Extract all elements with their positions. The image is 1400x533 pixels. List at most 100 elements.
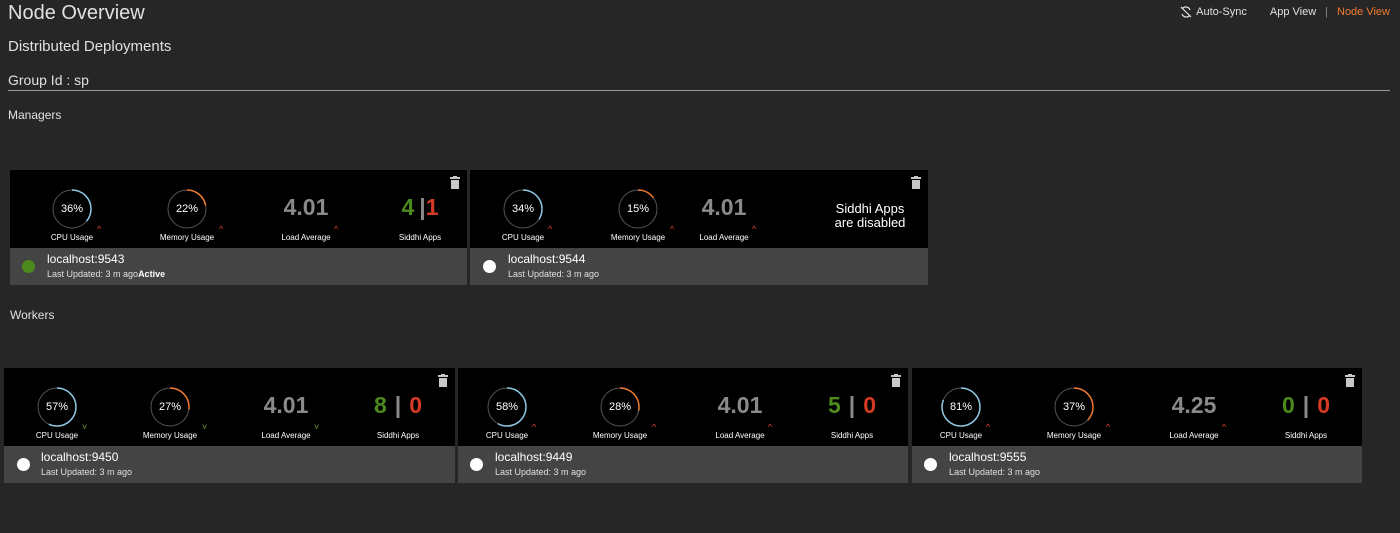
nav-separator: | — [1325, 6, 1328, 18]
node-stats-panel: 57% CPU Usage ˅ 27% Memory Usage ˅ 4.01 Load Av… — [4, 368, 455, 446]
last-updated-text: Last Updated: 3 m ago — [508, 269, 600, 279]
node-host-link[interactable]: localhost:9544 — [508, 252, 585, 266]
load-trend-icon: ˅ — [314, 422, 320, 432]
memory-usage-value: 22% — [175, 203, 199, 215]
siddhi-apps-label: Siddhi Apps — [830, 431, 874, 440]
inactive-apps-count: 0 — [1317, 392, 1331, 418]
memory-trend-icon: ^ — [652, 422, 657, 432]
node-footer[interactable]: localhost:9449 Last Updated: 3 m ago — [458, 446, 908, 483]
load-average-value: 4.01 — [717, 392, 763, 418]
last-updated-text: Last Updated: 3 m ago — [47, 269, 139, 279]
node-stats-panel: 36% CPU Usage ^ 22% Memory Usage ^ 4.01 Load Av… — [10, 170, 467, 248]
memory-usage-gauge: 27% — [148, 385, 192, 429]
load-trend-icon: ^ — [752, 224, 757, 234]
cpu-usage-label: CPU Usage — [485, 431, 529, 440]
cpu-usage-value: 36% — [60, 203, 84, 215]
worker-node-card[interactable]: 58% CPU Usage ^ 28% Memory Usage ^ 4.01 Load Av… — [458, 368, 908, 483]
cpu-usage-label: CPU Usage — [35, 431, 79, 440]
cpu-trend-icon: ^ — [986, 422, 991, 432]
load-trend-icon: ^ — [768, 422, 773, 432]
sync-disabled-icon — [1180, 6, 1192, 18]
active-apps-count: 5 — [827, 392, 841, 418]
memory-usage-gauge: 28% — [598, 385, 642, 429]
siddhi-apps-label: Siddhi Apps — [376, 431, 420, 440]
load-average-label: Load Average — [1169, 431, 1219, 440]
page-subtitle: Distributed Deployments — [8, 38, 172, 55]
worker-node-card[interactable]: 57% CPU Usage ˅ 27% Memory Usage ˅ 4.01 Load Av… — [4, 368, 455, 483]
siddhi-apps-count[interactable]: 8 | 0 — [374, 392, 422, 419]
cpu-usage-gauge: 34% — [501, 187, 545, 231]
last-updated-text: Last Updated: 3 m ago — [41, 467, 133, 477]
manager-node-card[interactable]: 36% CPU Usage ^ 22% Memory Usage ^ 4.01 Load Av… — [10, 170, 467, 285]
node-footer[interactable]: localhost:9450 Last Updated: 3 m ago — [4, 446, 455, 483]
siddhi-apps-count[interactable]: 4 |1 — [401, 194, 438, 221]
delete-icon-body — [439, 378, 447, 387]
node-host-link[interactable]: localhost:9555 — [949, 450, 1026, 464]
node-footer[interactable]: localhost:9543 Last Updated: 3 m agoActiv… — [10, 248, 467, 285]
siddhi-apps-disabled: Siddhi Apps are disabled — [835, 202, 906, 230]
last-updated-text: Last Updated: 3 m ago — [495, 467, 587, 477]
delete-icon-body — [912, 180, 920, 189]
memory-trend-icon: ^ — [670, 224, 675, 234]
cpu-usage-gauge: 57% — [35, 385, 79, 429]
node-footer[interactable]: localhost:9544 Last Updated: 3 m ago — [470, 248, 928, 285]
cpu-usage-gauge: 36% — [50, 187, 94, 231]
node-footer[interactable]: localhost:9555 Last Updated: 3 m ago — [912, 446, 1362, 483]
auto-sync-label: Auto-Sync — [1196, 6, 1247, 18]
memory-usage-label: Memory Usage — [1046, 431, 1102, 440]
manager-node-card[interactable]: 34% CPU Usage ^ 15% Memory Usage ^ 4.01 Load Av… — [470, 170, 928, 285]
delete-icon-lid — [911, 177, 921, 179]
memory-usage-value: 15% — [626, 203, 650, 215]
memory-usage-label: Memory Usage — [142, 431, 198, 440]
worker-node-card[interactable]: 81% CPU Usage ^ 37% Memory Usage ^ 4.25 Load Av… — [912, 368, 1362, 483]
status-indicator — [22, 260, 35, 273]
last-updated: Last Updated: 3 m ago — [41, 467, 132, 477]
status-indicator — [924, 458, 937, 471]
app-view-link[interactable]: App View — [1270, 6, 1316, 18]
node-stats-panel: 34% CPU Usage ^ 15% Memory Usage ^ 4.01 Load Av… — [470, 170, 928, 248]
last-updated: Last Updated: 3 m ago — [949, 467, 1040, 477]
load-average-value: 4.01 — [283, 194, 329, 220]
cpu-trend-icon: ˅ — [82, 422, 88, 432]
cpu-usage-label: CPU Usage — [501, 233, 545, 242]
apps-separator: | — [1302, 392, 1310, 418]
last-updated: Last Updated: 3 m ago — [508, 269, 599, 279]
auto-sync-toggle[interactable]: Auto-Sync — [1180, 6, 1247, 18]
node-host-link[interactable]: localhost:9449 — [495, 450, 572, 464]
delete-icon-lid — [438, 375, 448, 377]
memory-usage-label: Memory Usage — [610, 233, 666, 242]
memory-usage-value: 27% — [158, 401, 182, 413]
cpu-usage-label: CPU Usage — [939, 431, 983, 440]
load-average-value: 4.01 — [701, 194, 747, 220]
delete-icon-body — [451, 180, 459, 189]
load-average-label: Load Average — [261, 431, 311, 440]
last-updated-text: Last Updated: 3 m ago — [949, 467, 1041, 477]
load-average-value: 4.01 — [263, 392, 309, 418]
load-average-label: Load Average — [715, 431, 765, 440]
cpu-trend-icon: ^ — [548, 224, 553, 234]
memory-usage-value: 28% — [608, 401, 632, 413]
siddhi-apps-count[interactable]: 5 | 0 — [828, 392, 876, 419]
last-updated: Last Updated: 3 m agoActive — [47, 269, 165, 279]
cpu-usage-value: 58% — [495, 401, 519, 413]
top-navigation: Auto-Sync App View | Node View — [1180, 6, 1390, 18]
group-id: Group Id : sp — [8, 72, 89, 88]
delete-icon[interactable] — [450, 176, 460, 189]
delete-icon[interactable] — [891, 374, 901, 387]
siddhi-apps-disabled-line2: are disabled — [834, 215, 906, 230]
siddhi-apps-disabled-line1: Siddhi Apps — [835, 201, 905, 216]
cpu-trend-icon: ^ — [532, 422, 537, 432]
inactive-apps-count: 0 — [863, 392, 877, 418]
inactive-apps-count: 0 — [409, 392, 423, 418]
delete-icon[interactable] — [1345, 374, 1355, 387]
node-host-link[interactable]: localhost:9543 — [47, 252, 124, 266]
siddhi-apps-count[interactable]: 0 | 0 — [1282, 392, 1330, 419]
delete-icon[interactable] — [438, 374, 448, 387]
delete-icon[interactable] — [911, 176, 921, 189]
cpu-usage-value: 81% — [949, 401, 973, 413]
node-host-link[interactable]: localhost:9450 — [41, 450, 118, 464]
delete-icon-body — [1346, 378, 1354, 387]
node-view-link[interactable]: Node View — [1337, 6, 1390, 18]
node-stats-panel: 58% CPU Usage ^ 28% Memory Usage ^ 4.01 Load Av… — [458, 368, 908, 446]
memory-trend-icon: ^ — [1106, 422, 1111, 432]
